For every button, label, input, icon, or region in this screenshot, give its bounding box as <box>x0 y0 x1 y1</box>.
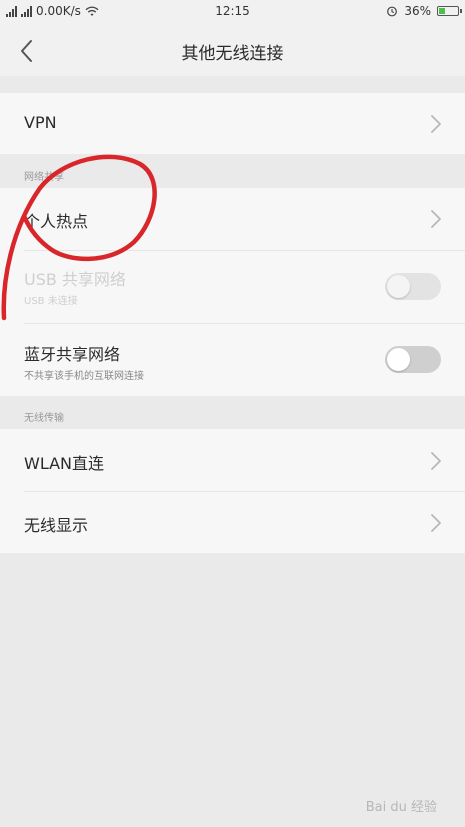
usb-tethering-status: USB 未连接 <box>24 296 78 307</box>
watermark-text: Bai du 经验 <box>365 800 437 815</box>
hotspot-row[interactable]: 个人热点 <box>0 188 465 250</box>
bluetooth-tethering-status: 不共享该手机的互联网连接 <box>24 371 144 382</box>
wlan-direct-row[interactable]: WLAN直连 <box>0 429 465 491</box>
battery-percent: 36% <box>404 4 431 18</box>
vpn-label: VPN <box>24 113 57 132</box>
title-bar: 其他无线连接 <box>0 26 465 76</box>
baidu-jingyan-watermark: Bai du 经验 <box>366 796 437 815</box>
battery-icon <box>437 6 462 16</box>
wireless-display-row[interactable]: 无线显示 <box>0 492 465 553</box>
vpn-group: VPN <box>0 93 465 154</box>
chevron-right-icon <box>431 452 441 470</box>
wireless-display-label: 无线显示 <box>24 516 89 535</box>
bluetooth-tethering-label: 蓝牙共享网络 <box>24 345 121 364</box>
alarm-icon <box>387 6 398 17</box>
bluetooth-tethering-toggle[interactable] <box>385 346 441 373</box>
wlan-direct-label: WLAN直连 <box>24 454 105 473</box>
bluetooth-tethering-row: 蓝牙共享网络 不共享该手机的互联网连接 <box>0 324 465 396</box>
status-right: 36% <box>386 4 462 18</box>
network-sharing-group: 个人热点 USB 共享网络 USB 未连接 蓝牙共享网络 不共享该手机的互联网连… <box>0 188 465 396</box>
usb-tethering-toggle <box>385 273 441 300</box>
toggle-knob <box>387 348 410 371</box>
chevron-right-icon <box>431 115 441 133</box>
section-label-network-sharing: 网络共享 <box>24 172 64 183</box>
status-bar: 0.00K/s 12:15 36% <box>0 0 465 26</box>
wireless-transfer-group: WLAN直连 无线显示 <box>0 429 465 553</box>
section-label-wireless-transfer: 无线传输 <box>24 413 64 424</box>
vpn-row[interactable]: VPN <box>0 93 465 154</box>
toggle-knob <box>387 275 410 298</box>
battery-fill <box>439 8 445 14</box>
chevron-right-icon <box>431 210 441 228</box>
usb-tethering-label: USB 共享网络 <box>24 270 126 289</box>
chevron-right-icon <box>431 514 441 532</box>
page-title: 其他无线连接 <box>181 44 284 64</box>
hotspot-label: 个人热点 <box>24 212 89 231</box>
usb-tethering-row: USB 共享网络 USB 未连接 <box>0 251 465 323</box>
